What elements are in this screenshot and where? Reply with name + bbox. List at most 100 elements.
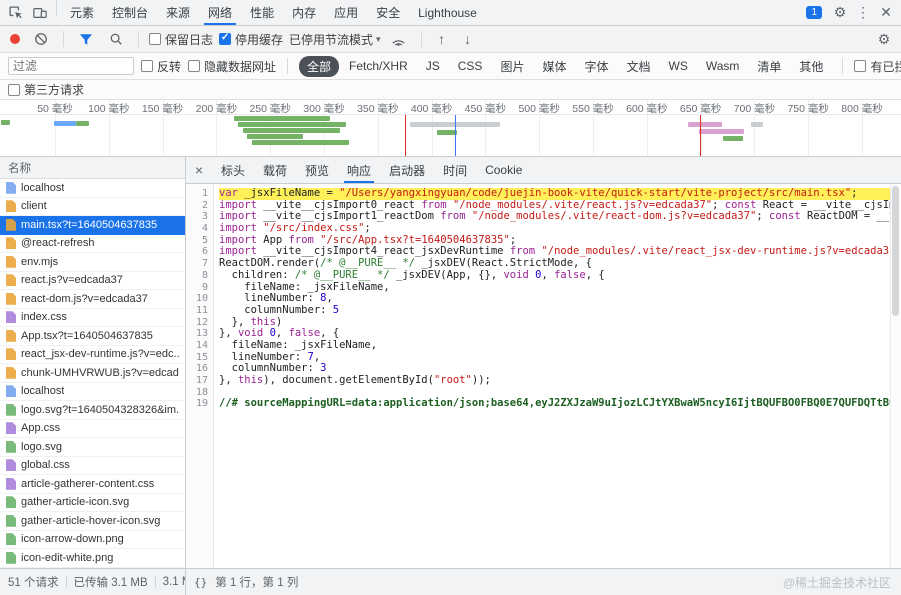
details-tab-时间[interactable]: 时间 (434, 157, 476, 183)
file-icon-js (6, 348, 16, 360)
code-scrollbar-thumb[interactable] (892, 186, 899, 316)
preserve-log-checkbox-box[interactable] (149, 33, 161, 45)
details-tab-标头[interactable]: 标头 (212, 157, 254, 183)
request-row[interactable]: icon-arrow-down.png (0, 531, 185, 550)
filter-pill-字体[interactable]: 字体 (576, 56, 616, 77)
filter-pill-图片[interactable]: 图片 (492, 56, 532, 77)
code-token: from (440, 210, 465, 222)
code-line[interactable]: }, this), document.getElementById("root"… (219, 375, 901, 387)
inspect-element-icon[interactable] (4, 0, 28, 25)
details-tab-Cookie[interactable]: Cookie (476, 157, 531, 183)
network-conditions-icon[interactable] (387, 33, 411, 46)
code-token: "/node_modules/.vite/react.js?v=edcada37… (453, 199, 712, 211)
tab-安全[interactable]: 安全 (367, 0, 409, 25)
request-row[interactable]: chunk-UMHVRWUB.js?v=edcad (0, 364, 185, 383)
device-toolbar-icon[interactable] (28, 0, 52, 25)
request-row[interactable]: localhost (0, 179, 185, 198)
blocked-cookies-checkbox[interactable]: 有已拦截的 Cookie (854, 58, 901, 75)
code-scrollbar[interactable] (890, 184, 901, 568)
network-summary: 51 个请求 已传输 3.1 MB 3.1 MB (0, 569, 186, 595)
request-row[interactable]: @react-refresh (0, 235, 185, 254)
network-settings-gear-icon[interactable]: ⚙ (874, 31, 894, 48)
tab-性能[interactable]: 性能 (241, 0, 283, 25)
request-row[interactable]: gather-article-hover-icon.svg (0, 512, 185, 531)
tab-应用[interactable]: 应用 (325, 0, 367, 25)
disable-cache-checkbox-box[interactable] (219, 33, 231, 45)
tab-内存[interactable]: 内存 (283, 0, 325, 25)
request-list-header[interactable]: 名称 (0, 157, 185, 179)
line-number: 19 (186, 398, 213, 410)
request-row[interactable]: react-dom.js?v=edcada37 (0, 290, 185, 309)
code-token: ; (756, 210, 769, 222)
tab-控制台[interactable]: 控制台 (103, 0, 157, 25)
third-party-checkbox[interactable]: 第三方请求 (8, 81, 84, 98)
invert-checkbox-box[interactable] (141, 60, 153, 72)
preserve-log-checkbox[interactable]: 保留日志 (149, 31, 213, 48)
request-row[interactable]: gather-article-icon.svg (0, 494, 185, 513)
tab-Lighthouse[interactable]: Lighthouse (409, 0, 486, 25)
request-row[interactable]: global.css (0, 457, 185, 476)
details-tab-载荷[interactable]: 载荷 (254, 157, 296, 183)
request-row[interactable]: App.css (0, 420, 185, 439)
import-har-icon[interactable]: ↑ (432, 31, 452, 47)
code-line[interactable]: //# sourceMappingURL=data:application/js… (219, 398, 901, 410)
hide-data-urls-checkbox-box[interactable] (188, 60, 200, 72)
request-row[interactable]: index.css (0, 309, 185, 328)
export-har-icon[interactable]: ↓ (458, 31, 478, 47)
record-network-log-button[interactable] (10, 34, 20, 44)
invert-filter-checkbox[interactable]: 反转 (141, 58, 181, 75)
close-devtools-icon[interactable]: ✕ (876, 4, 896, 21)
request-row[interactable]: logo.svg?t=1640504328326&im... (0, 401, 185, 420)
request-row[interactable]: react_jsx-dev-runtime.js?v=edc... (0, 346, 185, 365)
filter-pill-其他[interactable]: 其他 (791, 56, 831, 77)
network-overview-timeline[interactable]: 50 毫秒100 毫秒150 毫秒200 毫秒250 毫秒300 毫秒350 毫… (0, 100, 901, 157)
hide-data-urls-checkbox[interactable]: 隐藏数据网址 (188, 58, 276, 75)
request-row[interactable]: logo.svg (0, 438, 185, 457)
tab-元素[interactable]: 元素 (61, 0, 103, 25)
format-code-button[interactable]: {} (194, 576, 207, 589)
request-row[interactable]: env.mjs (0, 253, 185, 272)
devtools-window: 元素控制台来源网络性能内存应用安全Lighthouse 1 ⚙ ⋮ ✕ 保留日志… (0, 0, 901, 595)
filter-pill-文档[interactable]: 文档 (618, 56, 658, 77)
filter-pill-Fetch/XHR[interactable]: Fetch/XHR (341, 57, 416, 75)
filter-pill-WS[interactable]: WS (661, 57, 696, 75)
settings-gear-icon[interactable]: ⚙ (830, 4, 850, 21)
filter-input[interactable] (8, 57, 134, 75)
search-icon[interactable] (104, 32, 128, 46)
more-menu-icon[interactable]: ⋮ (853, 4, 873, 21)
tab-网络[interactable]: 网络 (199, 0, 241, 25)
request-row[interactable]: App.tsx?t=1640504637835 (0, 327, 185, 346)
disable-cache-checkbox[interactable]: 停用缓存 (219, 31, 283, 48)
code-token: ; (712, 199, 725, 211)
throttling-dropdown[interactable]: 已停用节流模式 ▾ (289, 31, 381, 48)
request-row[interactable]: main.tsx?t=1640504637835 (0, 216, 185, 235)
request-row[interactable]: client (0, 198, 185, 217)
details-tab-启动器[interactable]: 启动器 (380, 157, 434, 183)
filter-pill-CSS[interactable]: CSS (450, 57, 491, 75)
filter-funnel-icon[interactable] (74, 33, 98, 46)
details-tabs: 标头载荷预览响应启动器时间Cookie (212, 157, 531, 183)
request-row[interactable]: localhost (0, 383, 185, 402)
clear-network-log-icon[interactable] (29, 32, 53, 46)
tab-来源[interactable]: 来源 (157, 0, 199, 25)
filter-pill-全部[interactable]: 全部 (299, 56, 339, 77)
filter-pill-Wasm[interactable]: Wasm (698, 57, 748, 75)
details-tab-响应[interactable]: 响应 (338, 157, 380, 183)
filter-pill-媒体[interactable]: 媒体 (534, 56, 574, 77)
request-row[interactable]: article-gatherer-content.css (0, 475, 185, 494)
issues-counter-badge[interactable]: 1 (806, 6, 822, 19)
blocked-cookies-checkbox-box[interactable] (854, 60, 866, 72)
code-line[interactable]: fileName: _jsxFileName, (219, 340, 901, 352)
filter-pill-JS[interactable]: JS (418, 57, 448, 75)
request-name: client (21, 200, 47, 212)
request-row[interactable]: icon-edit-white.png (0, 549, 185, 568)
request-row[interactable]: react.js?v=edcada37 (0, 272, 185, 291)
third-party-checkbox-box[interactable] (8, 84, 20, 96)
line-number: 15 (186, 352, 213, 364)
filter-pill-清单[interactable]: 清单 (749, 56, 789, 77)
code-token: false (289, 327, 321, 339)
close-details-icon[interactable]: × (186, 157, 212, 183)
toolbar-divider (138, 31, 139, 47)
details-tab-预览[interactable]: 预览 (296, 157, 338, 183)
code-line[interactable]: columnNumber: 5 (219, 305, 901, 317)
